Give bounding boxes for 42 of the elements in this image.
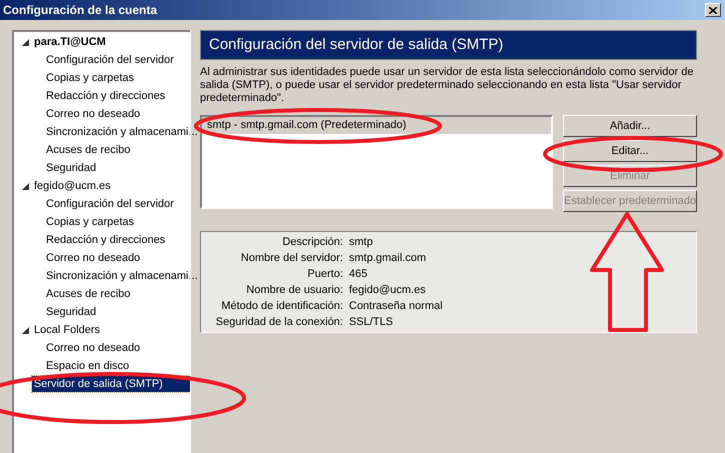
detail-label: Seguridad de la conexión:: [214, 315, 343, 330]
panel-header: Configuración del servidor de salida (SMTP): [200, 30, 697, 60]
dialog-button[interactable]: Editar...: [563, 140, 697, 162]
server-list-item[interactable]: smtp - smtp.gmail.com (Predeterminado): [202, 117, 551, 134]
detail-value: fegido@ucm.es: [349, 283, 427, 298]
dialog-button[interactable]: Añadir...: [563, 115, 697, 137]
tree-item[interactable]: Correo no deseado: [44, 250, 142, 266]
detail-label: Nombre de usuario:: [245, 283, 343, 298]
tree-item[interactable]: Configuración del servidor: [44, 196, 176, 212]
detail-label: Método de identificación:: [220, 299, 343, 314]
tree-item[interactable]: Acuses de recibo: [44, 286, 132, 302]
tree-item[interactable]: Sincronización y almacenami...: [44, 124, 200, 140]
tree-item[interactable]: Correo no deseado: [44, 340, 142, 356]
tree-item[interactable]: para.TI@UCM: [32, 34, 108, 50]
detail-value: Contraseña normal: [349, 299, 444, 314]
detail-value: 465: [349, 267, 368, 282]
tree-item[interactable]: Copias y carpetas: [44, 214, 136, 230]
detail-label: Puerto:: [306, 267, 343, 282]
tree-item[interactable]: Correo no deseado: [44, 106, 142, 122]
detail-label: Nombre del servidor:: [240, 251, 343, 266]
detail-value: smtp: [349, 235, 374, 250]
tree-item[interactable]: Seguridad: [44, 160, 98, 176]
tree-item[interactable]: Local Folders: [32, 322, 102, 338]
expanded-triangle-icon[interactable]: [22, 38, 28, 46]
description-text: Al administrar sus identidades puede usar un servidor de esta lista seleccionándolo como servidor de salida (SMTP), o puede usar el servidor predeterminado seleccionando en esta lista "Usar servidor predeterminado".: [200, 66, 694, 105]
tree-item[interactable]: Configuración del servidor: [44, 52, 176, 68]
detail-value: SSL/TLS: [349, 315, 394, 330]
tree-item[interactable]: Acuses de recibo: [44, 142, 132, 158]
detail-value: smtp.gmail.com: [349, 251, 428, 266]
tree-item[interactable]: Redacción y direcciones: [44, 88, 168, 104]
window-title: Configuración de la cuenta: [3, 2, 158, 19]
tree-item[interactable]: Redacción y direcciones: [44, 232, 168, 248]
expanded-triangle-icon[interactable]: [22, 182, 28, 190]
close-icon: [709, 6, 717, 14]
tree-item[interactable]: Seguridad: [44, 304, 98, 320]
expanded-triangle-icon[interactable]: [22, 326, 28, 334]
close-button[interactable]: [705, 3, 721, 17]
tree-item[interactable]: Sincronización y almacenami...: [44, 268, 200, 284]
detail-label: Descripción:: [281, 235, 343, 250]
tree-item[interactable]: fegido@ucm.es: [32, 178, 113, 194]
tree-item[interactable]: Copias y carpetas: [44, 70, 136, 86]
tree-item[interactable]: Espacio en disco: [44, 358, 132, 374]
